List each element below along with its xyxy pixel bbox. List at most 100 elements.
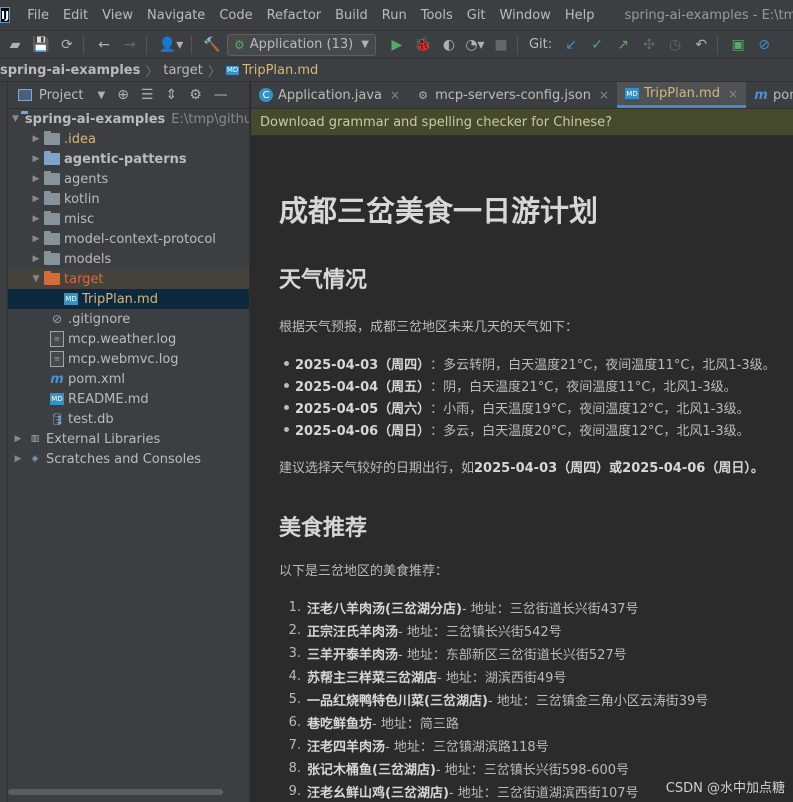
tab-application-java[interactable]: C Application.java × [251, 82, 408, 108]
menu-file[interactable]: File [27, 8, 49, 23]
run-configuration-select[interactable]: ⚙ Application (13) ▼ [227, 33, 376, 56]
menu-code[interactable]: Code [219, 8, 252, 23]
tree-item-agentic-patterns[interactable]: ▶ agentic-patterns [8, 149, 249, 169]
chevron-down-icon[interactable]: ▼ [12, 114, 19, 124]
tree-item-external-libraries[interactable]: ▶ ▥ External Libraries [8, 429, 249, 449]
tab-pom-xml[interactable]: m pom.xml (a [746, 82, 793, 108]
power-save-icon[interactable]: ⊘ [753, 34, 775, 56]
chevron-right-icon[interactable]: ▶ [30, 194, 42, 204]
chevron-right-icon[interactable]: ▶ [30, 134, 42, 144]
menu-tools[interactable]: Tools [421, 8, 453, 23]
tree-item-label: TripPlan.md [82, 291, 158, 307]
chevron-right-icon[interactable]: ▶ [12, 434, 24, 444]
breadcrumb-target[interactable]: target [163, 63, 203, 78]
user-dropdown-icon[interactable]: 👤▾ [156, 34, 186, 56]
tree-item-model-context-protocol[interactable]: ▶ model-context-protocol [8, 229, 249, 249]
menu-run[interactable]: Run [382, 8, 407, 23]
chevron-down-icon[interactable]: ▼ [97, 90, 105, 101]
git-rollback-icon[interactable]: ↶ [690, 34, 712, 56]
git-merge-icon[interactable]: ✣ [638, 34, 660, 56]
tree-item-idea[interactable]: ▶ .idea [8, 129, 249, 149]
restaurant-name: 正宗汪氏羊肉汤 [307, 625, 399, 640]
project-view-select[interactable]: Project [39, 88, 83, 103]
coverage-icon[interactable]: ◐ [438, 34, 460, 56]
expand-all-icon[interactable]: ☰ [141, 87, 154, 103]
tree-item-misc[interactable]: ▶ misc [8, 209, 249, 229]
menu-build[interactable]: Build [335, 8, 368, 23]
tree-item-label: mcp.weather.log [68, 331, 177, 347]
chevron-right-icon[interactable]: ▶ [30, 174, 42, 184]
folder-icon [44, 191, 60, 205]
tree-item-mcp-weather-log[interactable]: ≡ mcp.weather.log [8, 329, 249, 349]
tree-item-readme[interactable]: MD README.md [8, 389, 249, 409]
java-class-icon: C [259, 88, 273, 102]
gitignore-file-icon: ⊘ [51, 312, 63, 326]
tree-item-kotlin[interactable]: ▶ kotlin [8, 189, 249, 209]
tree-item-agents[interactable]: ▶ agents [8, 169, 249, 189]
menu-view[interactable]: View [102, 8, 133, 23]
locate-target-icon[interactable]: ⊕ [117, 87, 129, 103]
tree-item-models[interactable]: ▶ models [8, 249, 249, 269]
chevron-down-icon[interactable]: ▼ [30, 274, 42, 284]
chevron-right-icon[interactable]: ▶ [30, 234, 42, 244]
close-icon[interactable]: × [599, 88, 609, 102]
tree-item-pom-xml[interactable]: m pom.xml [8, 369, 249, 389]
tool-window-strip[interactable] [0, 82, 8, 802]
open-folder-icon[interactable]: ▰ [4, 34, 26, 56]
food-heading: 美食推荐 [279, 516, 368, 541]
menu-refactor[interactable]: Refactor [267, 8, 322, 23]
chevron-right-icon[interactable]: ▶ [12, 454, 24, 464]
save-all-icon[interactable]: 💾 [30, 34, 52, 56]
hide-panel-icon[interactable]: — [214, 87, 228, 103]
stop-icon[interactable]: ■ [490, 34, 512, 56]
debug-icon[interactable]: 🐞 [412, 34, 434, 56]
close-icon[interactable]: × [390, 88, 400, 102]
back-arrow-icon[interactable]: ← [93, 34, 115, 56]
tree-item-test-db[interactable]: 🛢 test.db [8, 409, 249, 429]
breadcrumb-project[interactable]: spring-ai-examples [0, 63, 140, 78]
close-icon[interactable]: × [728, 87, 738, 101]
git-history-icon[interactable]: ◷ [664, 34, 686, 56]
profile-icon[interactable]: ◔▾ [464, 34, 486, 56]
activity-monitor-icon[interactable]: ▣ [727, 34, 749, 56]
tree-item-root[interactable]: ▼ spring-ai-examples E:\tmp\github [8, 109, 249, 129]
restaurant-name: 巷吃鲜鱼坊 [307, 717, 373, 732]
json-file-icon: ⚙ [418, 88, 429, 102]
tree-item-scratches[interactable]: ▶ ◈ Scratches and Consoles [8, 449, 249, 469]
menu-navigate[interactable]: Navigate [147, 8, 205, 23]
sync-icon[interactable]: ⟳ [56, 34, 78, 56]
collapse-all-icon[interactable]: ⇕ [165, 87, 177, 103]
chevron-right-icon[interactable]: ▶ [30, 214, 42, 224]
menu-git[interactable]: Git [467, 8, 486, 23]
menu-edit[interactable]: Edit [63, 8, 88, 23]
gear-icon[interactable]: ⚙ [189, 87, 202, 103]
spellcheck-notification[interactable]: Download grammar and spelling checker fo… [251, 109, 793, 136]
spring-app-icon: ⚙ [234, 37, 245, 52]
restaurant-name: 汪老八羊肉汤(三岔湖分店) [307, 602, 462, 617]
tab-mcp-servers-config[interactable]: ⚙ mcp-servers-config.json × [408, 82, 617, 108]
scrollbar-thumb[interactable] [8, 789, 223, 795]
git-commit-icon[interactable]: ✓ [586, 34, 608, 56]
tree-item-tripplan[interactable]: MD TripPlan.md [8, 289, 249, 309]
run-icon[interactable]: ▶ [386, 34, 408, 56]
list-item: 2025-04-06（周日） ：多云，白天温度20°C，夜间温度12°C，北风1-… [279, 418, 793, 440]
breadcrumb-file-label: TripPlan.md [242, 62, 319, 78]
markdown-file-icon: MD [625, 88, 640, 99]
menu-window[interactable]: Window [500, 8, 551, 23]
git-push-icon[interactable]: ↗ [612, 34, 634, 56]
breadcrumb-file[interactable]: MD TripPlan.md [225, 62, 319, 78]
git-update-icon[interactable]: ↙ [560, 34, 582, 56]
horizontal-scrollbar[interactable] [8, 788, 249, 796]
toolbar-divider [516, 35, 518, 54]
chevron-right-icon[interactable]: ▶ [30, 254, 42, 264]
menu-help[interactable]: Help [565, 8, 595, 23]
folder-icon [44, 211, 60, 225]
tab-tripplan-md[interactable]: MD TripPlan.md × [617, 82, 747, 108]
weather-desc: ：多云，白天温度20°C，夜间温度12°C，北风1-3级。 [430, 423, 750, 439]
tree-item-mcp-webmvc-log[interactable]: ≡ mcp.webmvc.log [8, 349, 249, 369]
build-hammer-icon[interactable]: 🔨 [201, 34, 223, 56]
chevron-right-icon[interactable]: ▶ [30, 154, 42, 164]
tree-item-target[interactable]: ▼ target [8, 269, 249, 289]
forward-arrow-icon[interactable]: → [119, 34, 141, 56]
tree-item-gitignore[interactable]: ⊘ .gitignore [8, 309, 249, 329]
